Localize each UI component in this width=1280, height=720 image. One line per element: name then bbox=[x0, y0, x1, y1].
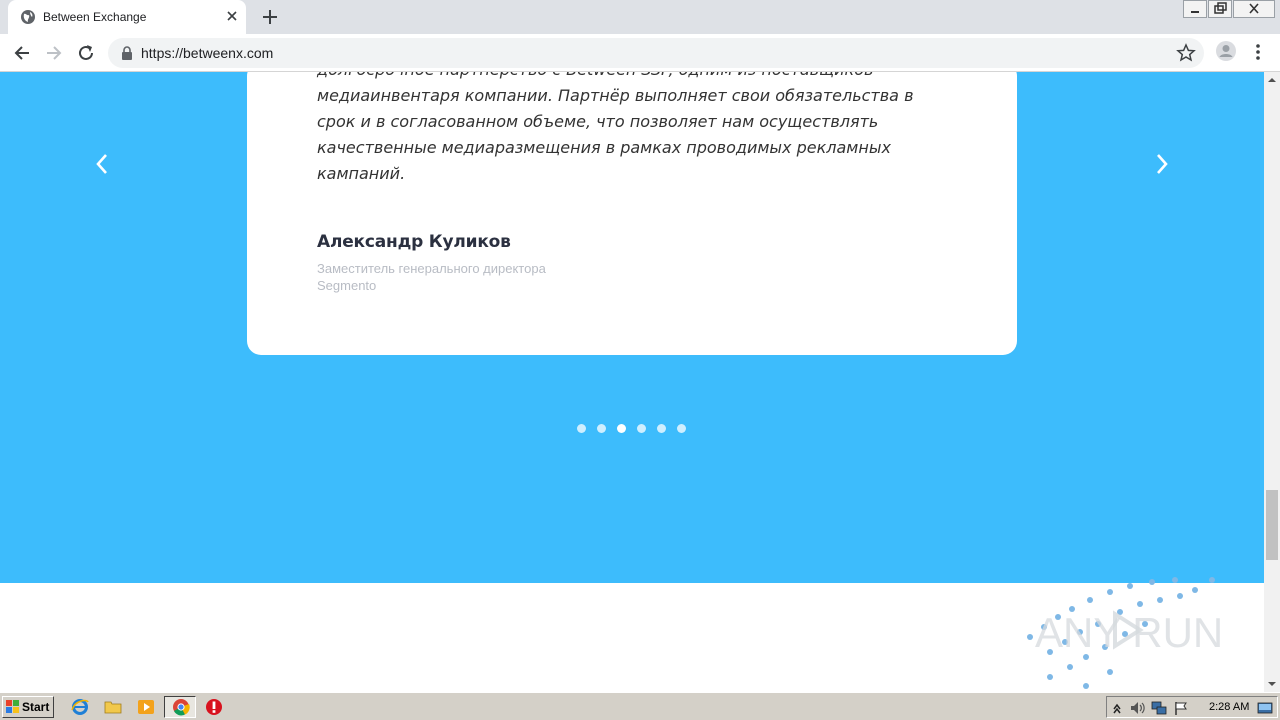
carousel-dot[interactable] bbox=[577, 424, 586, 433]
browser-tab[interactable]: Between Exchange bbox=[8, 0, 246, 34]
testimonial-card: долгосрочное партнерство с Between SSP, … bbox=[247, 72, 1017, 355]
show-desktop-icon[interactable] bbox=[1257, 700, 1273, 716]
address-bar[interactable]: https://betweenx.com bbox=[108, 38, 1204, 68]
scroll-down-arrow-icon[interactable] bbox=[1264, 676, 1280, 692]
window-close-button[interactable] bbox=[1233, 0, 1275, 18]
network-icon[interactable] bbox=[1151, 700, 1167, 716]
forward-arrow-icon[interactable] bbox=[43, 42, 65, 64]
carousel-next-chevron-icon[interactable] bbox=[1150, 152, 1174, 176]
system-tray: 2:28 AM bbox=[1106, 696, 1278, 718]
page-viewport: долгосрочное партнерство с Between SSP, … bbox=[0, 72, 1264, 692]
profile-avatar-icon[interactable] bbox=[1215, 40, 1237, 62]
carousel-dot[interactable] bbox=[657, 424, 666, 433]
start-label: Start bbox=[22, 700, 50, 714]
quote-line: долгосрочное партнерство с Between SSP, … bbox=[317, 72, 947, 83]
globe-icon bbox=[21, 10, 35, 24]
browser-toolbar: https://betweenx.com bbox=[0, 34, 1280, 72]
reload-icon[interactable] bbox=[75, 42, 97, 64]
author-company: Segmento bbox=[317, 278, 377, 293]
lock-icon bbox=[122, 46, 132, 60]
close-icon[interactable] bbox=[224, 8, 240, 24]
anyrun-watermark-logo: ANY RUN bbox=[1027, 577, 1223, 689]
volume-speaker-icon[interactable] bbox=[1129, 700, 1145, 716]
window-restore-button[interactable] bbox=[1208, 0, 1232, 18]
url-text: https://betweenx.com bbox=[141, 45, 274, 61]
watermark-text: ANY RUN bbox=[1035, 609, 1223, 656]
taskbar-chrome-button[interactable] bbox=[164, 696, 196, 718]
file-explorer-folder-icon[interactable] bbox=[104, 698, 122, 716]
quote-line: срок и в согласованном объеме, что позво… bbox=[317, 112, 879, 131]
windows-logo-icon bbox=[6, 700, 19, 713]
carousel-dot[interactable] bbox=[617, 424, 626, 433]
carousel-dot[interactable] bbox=[637, 424, 646, 433]
author-name: Александр Куликов bbox=[317, 232, 511, 252]
testimonial-quote: долгосрочное партнерство с Between SSP, … bbox=[317, 72, 947, 187]
action-center-flag-icon[interactable] bbox=[1173, 700, 1189, 716]
testimonials-section: долгосрочное партнерство с Between SSP, … bbox=[0, 72, 1264, 583]
carousel-dot[interactable] bbox=[677, 424, 686, 433]
tab-title: Between Exchange bbox=[43, 10, 147, 24]
back-arrow-icon[interactable] bbox=[11, 42, 33, 64]
carousel-dot[interactable] bbox=[597, 424, 606, 433]
page-scrollbar[interactable] bbox=[1264, 72, 1280, 692]
start-button[interactable]: Start bbox=[2, 696, 54, 718]
quote-line: кампаний. bbox=[317, 164, 406, 183]
carousel-pagination bbox=[577, 424, 686, 434]
opera-stop-icon[interactable] bbox=[205, 698, 223, 716]
media-player-icon[interactable] bbox=[137, 698, 155, 716]
scrollbar-thumb[interactable] bbox=[1266, 490, 1278, 560]
browser-titlebar: Between Exchange bbox=[0, 0, 1280, 34]
more-menu-icon[interactable] bbox=[1250, 41, 1266, 63]
new-tab-icon[interactable] bbox=[261, 8, 279, 26]
chrome-icon bbox=[173, 699, 190, 716]
quote-line: качественные медиаразмещения в рамках пр… bbox=[317, 138, 891, 157]
tray-expand-chevron-icon[interactable] bbox=[1109, 700, 1125, 716]
quote-line: медиаинвентаря компании. Партнёр выполня… bbox=[317, 86, 914, 105]
taskbar-clock: 2:28 AM bbox=[1209, 701, 1250, 713]
internet-explorer-icon[interactable] bbox=[71, 698, 89, 716]
author-role: Заместитель генерального директора bbox=[317, 261, 546, 276]
windows-taskbar: Start 2:28 AM bbox=[0, 692, 1280, 720]
scroll-up-arrow-icon[interactable] bbox=[1264, 72, 1280, 88]
window-minimize-button[interactable] bbox=[1183, 0, 1207, 18]
bookmark-star-icon[interactable] bbox=[1176, 43, 1196, 63]
carousel-prev-chevron-icon[interactable] bbox=[90, 152, 114, 176]
